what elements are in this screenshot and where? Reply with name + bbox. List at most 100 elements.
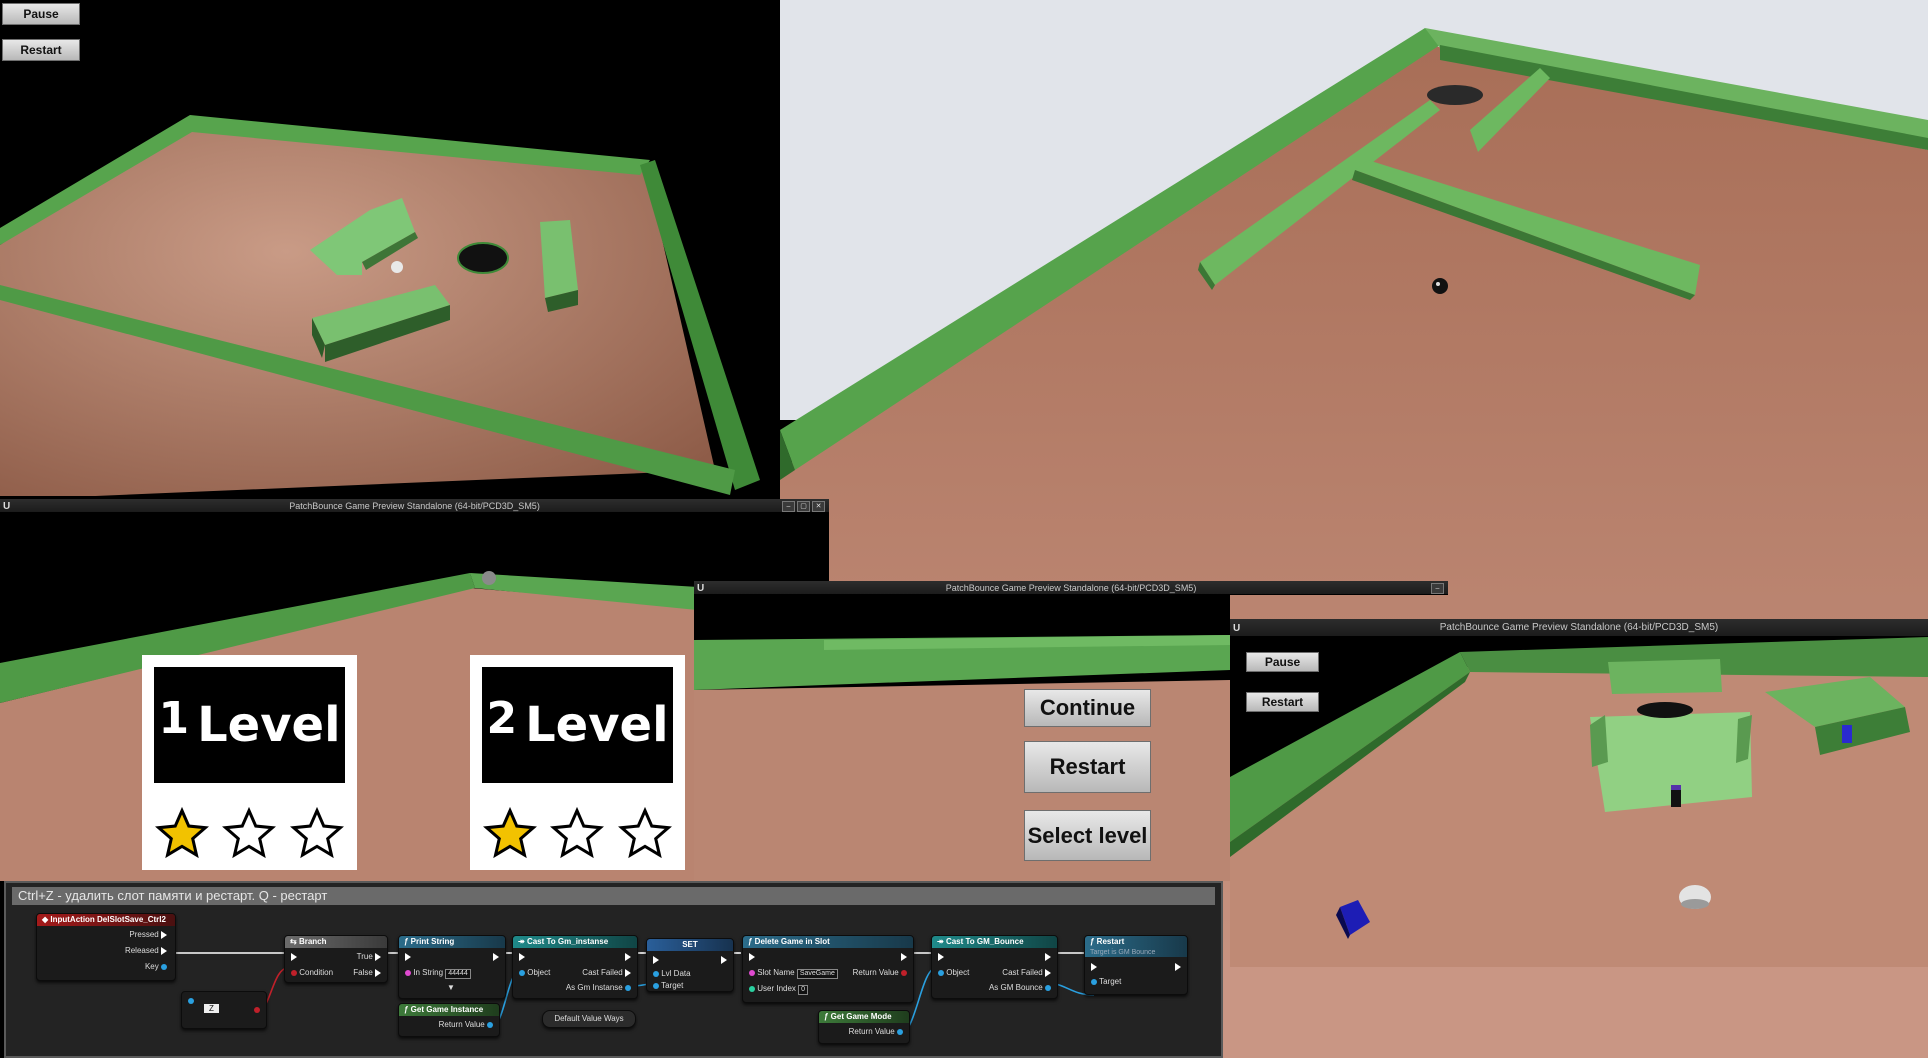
exec-pin-icon[interactable] xyxy=(938,952,944,961)
big-ball xyxy=(1432,278,1448,294)
exec-pin-icon[interactable] xyxy=(901,952,907,961)
exec-pin-icon[interactable] xyxy=(1091,962,1097,971)
default-value-ways-label: Default Value Ways xyxy=(554,1014,624,1023)
unreal-logo-icon: U xyxy=(697,583,705,594)
true-pin-label: True xyxy=(356,952,373,961)
slot-name-label: Slot Name xyxy=(757,968,795,977)
return-value-label: Return Value xyxy=(848,1027,895,1036)
target-pin-label: Target xyxy=(661,981,684,990)
cast-gm-bounce-title: ↠ Cast To GM_Bounce xyxy=(932,936,1057,948)
cast-icon: ↠ xyxy=(937,937,946,946)
data-pin-icon[interactable] xyxy=(519,969,525,976)
bool-pin-icon[interactable] xyxy=(254,1007,260,1013)
default-value-ways-node[interactable]: Default Value Ways xyxy=(542,1010,636,1028)
level-card-2-header: 2 Level xyxy=(482,667,673,783)
data-pin-icon[interactable] xyxy=(897,1028,903,1035)
data-pin-icon[interactable] xyxy=(938,969,944,976)
data-pin-icon[interactable] xyxy=(653,982,659,989)
select-level-button[interactable]: Select level xyxy=(1024,810,1151,861)
exec-pin-icon[interactable] xyxy=(493,952,499,961)
get-game-instance-node[interactable]: ƒ Get Game Instance Return Value xyxy=(398,1003,500,1037)
as-gm-instanse-pin-label: As Gm Instanse xyxy=(565,983,623,992)
exec-pin-icon[interactable] xyxy=(291,952,297,961)
data-pin-icon[interactable] xyxy=(161,963,167,970)
as-gm-bounce-pin-label: As GM Bounce xyxy=(988,983,1043,992)
bool-pin-icon[interactable] xyxy=(901,969,907,976)
exec-pin-icon[interactable] xyxy=(375,952,381,961)
data-pin-icon[interactable] xyxy=(1091,978,1097,985)
lvl-data-pin-label: Lvl Data xyxy=(661,969,691,978)
exec-pin-icon[interactable] xyxy=(749,952,755,961)
int-pin-icon[interactable] xyxy=(749,985,755,992)
close-icon[interactable]: ✕ xyxy=(812,501,825,512)
key-node[interactable]: Z xyxy=(181,991,267,1029)
star-empty-icon xyxy=(222,806,277,859)
exec-pin-icon[interactable] xyxy=(519,952,525,961)
user-index-value[interactable]: 0 xyxy=(798,985,809,995)
data-pin-icon[interactable] xyxy=(1045,984,1051,991)
exec-pin-icon[interactable] xyxy=(1045,952,1051,961)
restart-node-title: ƒ Restart Target is GM Bounce xyxy=(1085,936,1187,957)
released-pin-label: Released xyxy=(124,946,159,955)
window-3-title-bar[interactable]: U PatchBounce Game Preview Standalone (6… xyxy=(1230,619,1928,637)
pause-restart-button[interactable]: Restart xyxy=(1024,741,1151,793)
exec-pin-icon[interactable] xyxy=(625,968,631,977)
pause-button[interactable]: Pause xyxy=(2,3,80,25)
data-pin-icon[interactable] xyxy=(653,970,659,977)
string-pin-icon[interactable] xyxy=(749,969,755,976)
exec-pin-icon[interactable] xyxy=(1175,962,1181,971)
window-1-title-bar[interactable]: U PatchBounce Game Preview Standalone (6… xyxy=(0,499,829,513)
print-string-title: ƒ Print String xyxy=(399,936,505,948)
function-icon: ƒ xyxy=(404,937,411,946)
set-node[interactable]: SET Lvl Data Target xyxy=(646,938,734,992)
in-string-value[interactable]: 44444 xyxy=(445,969,471,979)
cast-gm-bounce-node[interactable]: ↠ Cast To GM_Bounce Object Cast Failed A… xyxy=(931,935,1058,999)
key-badge: Z xyxy=(204,1004,219,1013)
minimize-icon[interactable]: – xyxy=(1431,583,1444,594)
cast-gm-instance-node[interactable]: ↠ Cast To Gm_instanse Object Cast Failed… xyxy=(512,935,638,999)
object-pin-label: Object xyxy=(527,968,551,977)
continue-button[interactable]: Continue xyxy=(1024,689,1151,727)
get-game-mode-title: ƒ Get Game Mode xyxy=(819,1011,909,1023)
window-3-restart-button[interactable]: Restart xyxy=(1246,692,1319,712)
input-action-node[interactable]: ◆ InputAction DelSlotSave_Ctrl2 Pressed … xyxy=(36,913,176,981)
exec-pin-icon[interactable] xyxy=(653,955,659,964)
function-icon: ƒ xyxy=(404,1005,411,1014)
w3-block-top xyxy=(1608,659,1722,694)
restart-button[interactable]: Restart xyxy=(2,39,80,61)
get-game-mode-node[interactable]: ƒ Get Game Mode Return Value xyxy=(818,1010,910,1044)
data-pin-icon[interactable] xyxy=(188,998,194,1004)
minimize-icon[interactable]: – xyxy=(782,501,795,512)
maximize-icon[interactable]: ▢ xyxy=(797,501,810,512)
string-pin-icon[interactable] xyxy=(405,969,411,976)
blueprint-graph[interactable]: Ctrl+Z - удалить слот памяти и рестарт. … xyxy=(4,881,1223,1058)
slot-name-value[interactable]: SaveGame xyxy=(796,969,838,979)
return-value-label: Return Value xyxy=(438,1020,485,1029)
bool-pin-icon[interactable] xyxy=(291,969,297,976)
print-string-node[interactable]: ƒ Print String In String 44444 ▼ xyxy=(398,935,506,999)
in-string-label: In String xyxy=(413,968,444,977)
window-2-title-bar[interactable]: U PatchBounce Game Preview Standalone (6… xyxy=(694,581,1448,595)
data-pin-icon[interactable] xyxy=(487,1021,493,1028)
cast-failed-pin-label: Cast Failed xyxy=(1002,968,1043,977)
exec-pin-icon[interactable] xyxy=(405,952,411,961)
level-2-stars xyxy=(476,804,679,864)
exec-pin-icon[interactable] xyxy=(721,955,727,964)
level-card-1[interactable]: 1 Level xyxy=(142,655,357,870)
exec-pin-icon[interactable] xyxy=(375,968,381,977)
branch-node[interactable]: ⇆ Branch True Condition False xyxy=(284,935,388,983)
exec-pin-icon[interactable] xyxy=(625,952,631,961)
window-3-pause-button[interactable]: Pause xyxy=(1246,652,1319,672)
top-left-game-view xyxy=(0,0,780,496)
window-3-title: PatchBounce Game Preview Standalone (64-… xyxy=(1439,622,1719,633)
level-card-2[interactable]: 2 Level xyxy=(470,655,685,870)
expand-icon[interactable]: ▼ xyxy=(447,983,455,992)
level-word: Level xyxy=(525,697,669,753)
restart-function-node[interactable]: ƒ Restart Target is GM Bounce Target xyxy=(1084,935,1188,995)
data-pin-icon[interactable] xyxy=(625,984,631,991)
return-value-label: Return Value xyxy=(852,968,899,977)
exec-pin-icon[interactable] xyxy=(161,930,167,939)
delete-game-in-slot-node[interactable]: ƒ Delete Game in Slot Slot Name SaveGame… xyxy=(742,935,914,1003)
exec-pin-icon[interactable] xyxy=(161,946,167,955)
exec-pin-icon[interactable] xyxy=(1045,968,1051,977)
